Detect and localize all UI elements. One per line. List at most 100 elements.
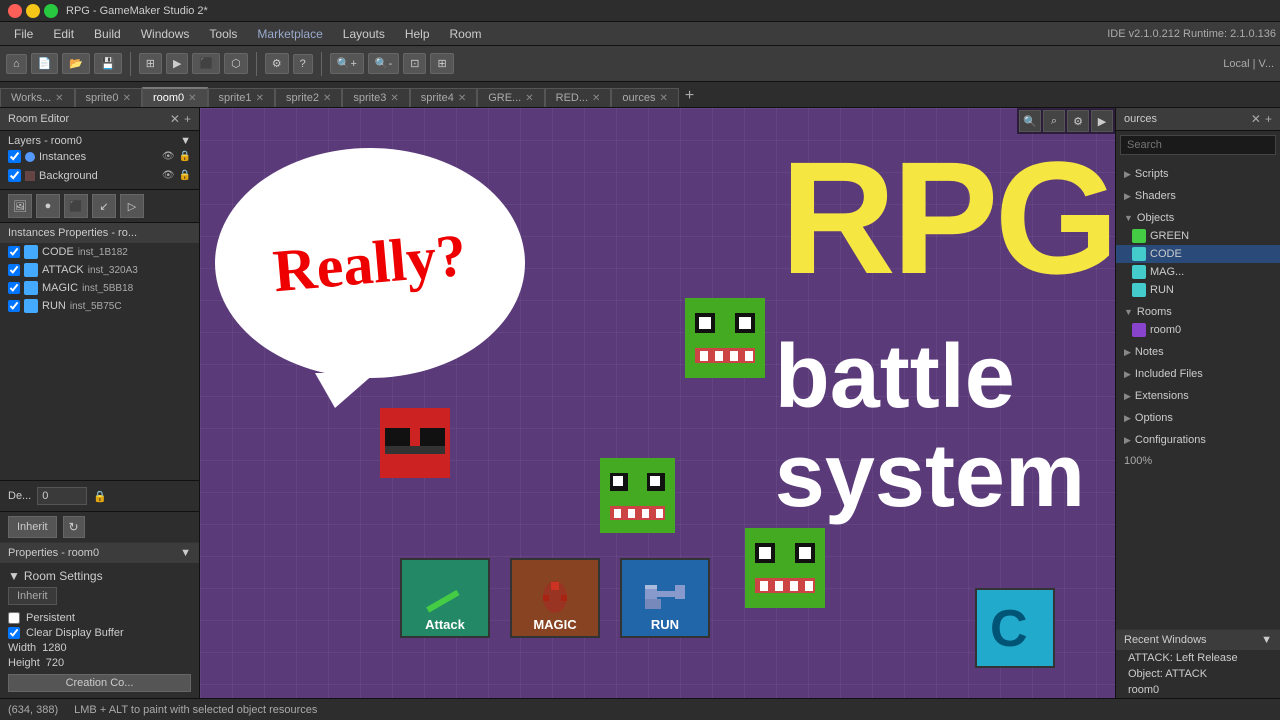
menu-room[interactable]: Room <box>440 25 492 43</box>
item-room0[interactable]: room0 <box>1116 321 1280 339</box>
attack-button[interactable]: Attack <box>400 558 490 638</box>
layer-instances-checkbox[interactable] <box>8 150 21 163</box>
tab-sprite3[interactable]: sprite3 ✕ <box>342 88 409 107</box>
notes-header[interactable]: ▶ Notes <box>1116 343 1280 361</box>
menu-tools[interactable]: Tools <box>199 25 247 43</box>
panel-add-button[interactable]: + <box>184 112 191 126</box>
layer-background-checkbox[interactable] <box>8 169 21 182</box>
close-button[interactable] <box>8 4 22 18</box>
tab-close-sprite2[interactable]: ✕ <box>323 93 331 104</box>
clear-display-checkbox[interactable] <box>8 627 20 639</box>
options-header[interactable]: ▶ Options <box>1116 409 1280 427</box>
menu-windows[interactable]: Windows <box>131 25 200 43</box>
tab-close-sprite4[interactable]: ✕ <box>458 93 466 104</box>
maximize-button[interactable] <box>44 4 58 18</box>
tab-close-gre[interactable]: ✕ <box>525 93 533 104</box>
c-button[interactable]: C <box>975 588 1055 668</box>
panel-close-button[interactable]: ✕ <box>170 112 180 126</box>
inherit-icon-button[interactable]: ↻ <box>63 516 85 538</box>
extensions-header[interactable]: ▶ Extensions <box>1116 387 1280 405</box>
instance-row-code[interactable]: CODE inst_1B182 <box>0 243 199 261</box>
layer-tool-fill[interactable]: ⬛ <box>64 194 88 218</box>
tab-sprite0[interactable]: sprite0 ✕ <box>75 88 142 107</box>
tab-sprite1[interactable]: sprite1 ✕ <box>208 88 275 107</box>
toolbar-debug[interactable]: ⬡ <box>224 53 248 74</box>
canvas-zoom-in[interactable]: 🔍 <box>1019 110 1041 132</box>
tab-close-room0[interactable]: ✕ <box>188 93 196 104</box>
eye-icon[interactable]: 👁 <box>162 151 175 162</box>
toolbar-save[interactable]: 💾 <box>94 53 122 74</box>
toolbar-open[interactable]: 📂 <box>62 53 90 74</box>
toolbar-help[interactable]: ? <box>293 54 313 74</box>
tab-red[interactable]: RED... ✕ <box>545 88 612 107</box>
layer-tool-image[interactable]: 🖼 <box>8 194 32 218</box>
tab-workspaces[interactable]: Works... ✕ <box>0 88 75 107</box>
toolbar-new[interactable]: 📄 <box>31 53 59 74</box>
toolbar-play[interactable]: ▶ <box>166 53 188 74</box>
tab-close-sprite0[interactable]: ✕ <box>123 93 131 104</box>
menu-edit[interactable]: Edit <box>43 25 84 43</box>
canvas-area[interactable]: Really? RPG battle system <box>200 108 1115 698</box>
included-files-header[interactable]: ▶ Included Files <box>1116 365 1280 383</box>
toolbar-home[interactable]: ⌂ <box>6 54 27 74</box>
toolbar-zoom-out[interactable]: 🔍- <box>368 53 399 74</box>
right-panel-close[interactable]: ✕ <box>1251 112 1261 126</box>
tab-close-workspaces[interactable]: ✕ <box>55 93 63 104</box>
layer-tool-select[interactable]: ↙ <box>92 194 116 218</box>
toolbar-grid[interactable]: ⊞ <box>430 53 453 74</box>
tab-room0[interactable]: room0 ✕ <box>142 87 208 107</box>
shaders-header[interactable]: ▶ Shaders <box>1116 187 1280 205</box>
run-button[interactable]: RUN <box>620 558 710 638</box>
canvas-gear[interactable]: ⚙ <box>1067 110 1089 132</box>
search-input[interactable] <box>1120 135 1276 155</box>
menu-marketplace[interactable]: Marketplace <box>247 25 332 43</box>
toolbar-stop[interactable]: ⬛ <box>192 53 220 74</box>
instance-row-magic[interactable]: MAGIC inst_5BB18 <box>0 279 199 297</box>
menu-help[interactable]: Help <box>395 25 440 43</box>
lock-icon[interactable]: 🔒 <box>179 151 191 162</box>
minimize-button[interactable] <box>26 4 40 18</box>
scripts-header[interactable]: ▶ Scripts <box>1116 165 1280 183</box>
rw-item-room0[interactable]: room0 <box>1116 682 1280 698</box>
menu-file[interactable]: File <box>4 25 43 43</box>
tab-close-sprite1[interactable]: ✕ <box>256 93 264 104</box>
menu-build[interactable]: Build <box>84 25 131 43</box>
tab-close-sprite3[interactable]: ✕ <box>390 93 398 104</box>
canvas-arrow-right[interactable]: ▶ <box>1091 110 1113 132</box>
toolbar-settings[interactable]: ⚙ <box>265 53 289 74</box>
layer-tool-arrow[interactable]: ▷ <box>120 194 144 218</box>
inst-code-checkbox[interactable] <box>8 246 20 258</box>
configurations-header[interactable]: ▶ Configurations <box>1116 431 1280 449</box>
depth-input[interactable] <box>37 487 87 505</box>
rw-item-attack[interactable]: ATTACK: Left Release <box>1116 650 1280 666</box>
tab-ources[interactable]: ources ✕ <box>611 88 678 107</box>
toolbar-zoom-in[interactable]: 🔍+ <box>330 53 364 74</box>
item-code[interactable]: CODE <box>1116 245 1280 263</box>
item-run[interactable]: RUN <box>1116 281 1280 299</box>
menu-layouts[interactable]: Layouts <box>333 25 395 43</box>
canvas-search[interactable]: ⌕ <box>1043 110 1065 132</box>
instance-row-attack[interactable]: ATTACK inst_320A3 <box>0 261 199 279</box>
item-green[interactable]: GREEN <box>1116 227 1280 245</box>
layer-tool-circle[interactable]: ● <box>36 194 60 218</box>
instance-row-run[interactable]: RUN inst_5B75C <box>0 297 199 315</box>
layer-instances[interactable]: Instances 👁 🔒 <box>8 147 191 166</box>
inst-run-checkbox[interactable] <box>8 300 20 312</box>
tab-close-red[interactable]: ✕ <box>592 93 600 104</box>
eye-icon-bg[interactable]: 👁 <box>162 170 175 181</box>
add-tab-button[interactable]: + <box>679 85 700 107</box>
layers-chevron[interactable]: ▼ <box>180 135 191 147</box>
magic-button[interactable]: MAGIC <box>510 558 600 638</box>
toolbar-zoom-fit[interactable]: ⊡ <box>403 53 426 74</box>
item-magic[interactable]: MAG... <box>1116 263 1280 281</box>
inherit-button[interactable]: Inherit <box>8 516 57 538</box>
inherit-btn2[interactable]: Inherit <box>8 587 57 605</box>
objects-header[interactable]: ▼ Objects <box>1116 209 1280 227</box>
toolbar-objects[interactable]: ⊞ <box>139 53 162 74</box>
persistent-checkbox[interactable] <box>8 612 20 624</box>
lock-icon-bg[interactable]: 🔒 <box>179 170 191 181</box>
properties-header[interactable]: Properties - room0 ▼ <box>0 543 199 563</box>
tab-sprite2[interactable]: sprite2 ✕ <box>275 88 342 107</box>
inst-magic-checkbox[interactable] <box>8 282 20 294</box>
tab-sprite4[interactable]: sprite4 ✕ <box>410 88 477 107</box>
